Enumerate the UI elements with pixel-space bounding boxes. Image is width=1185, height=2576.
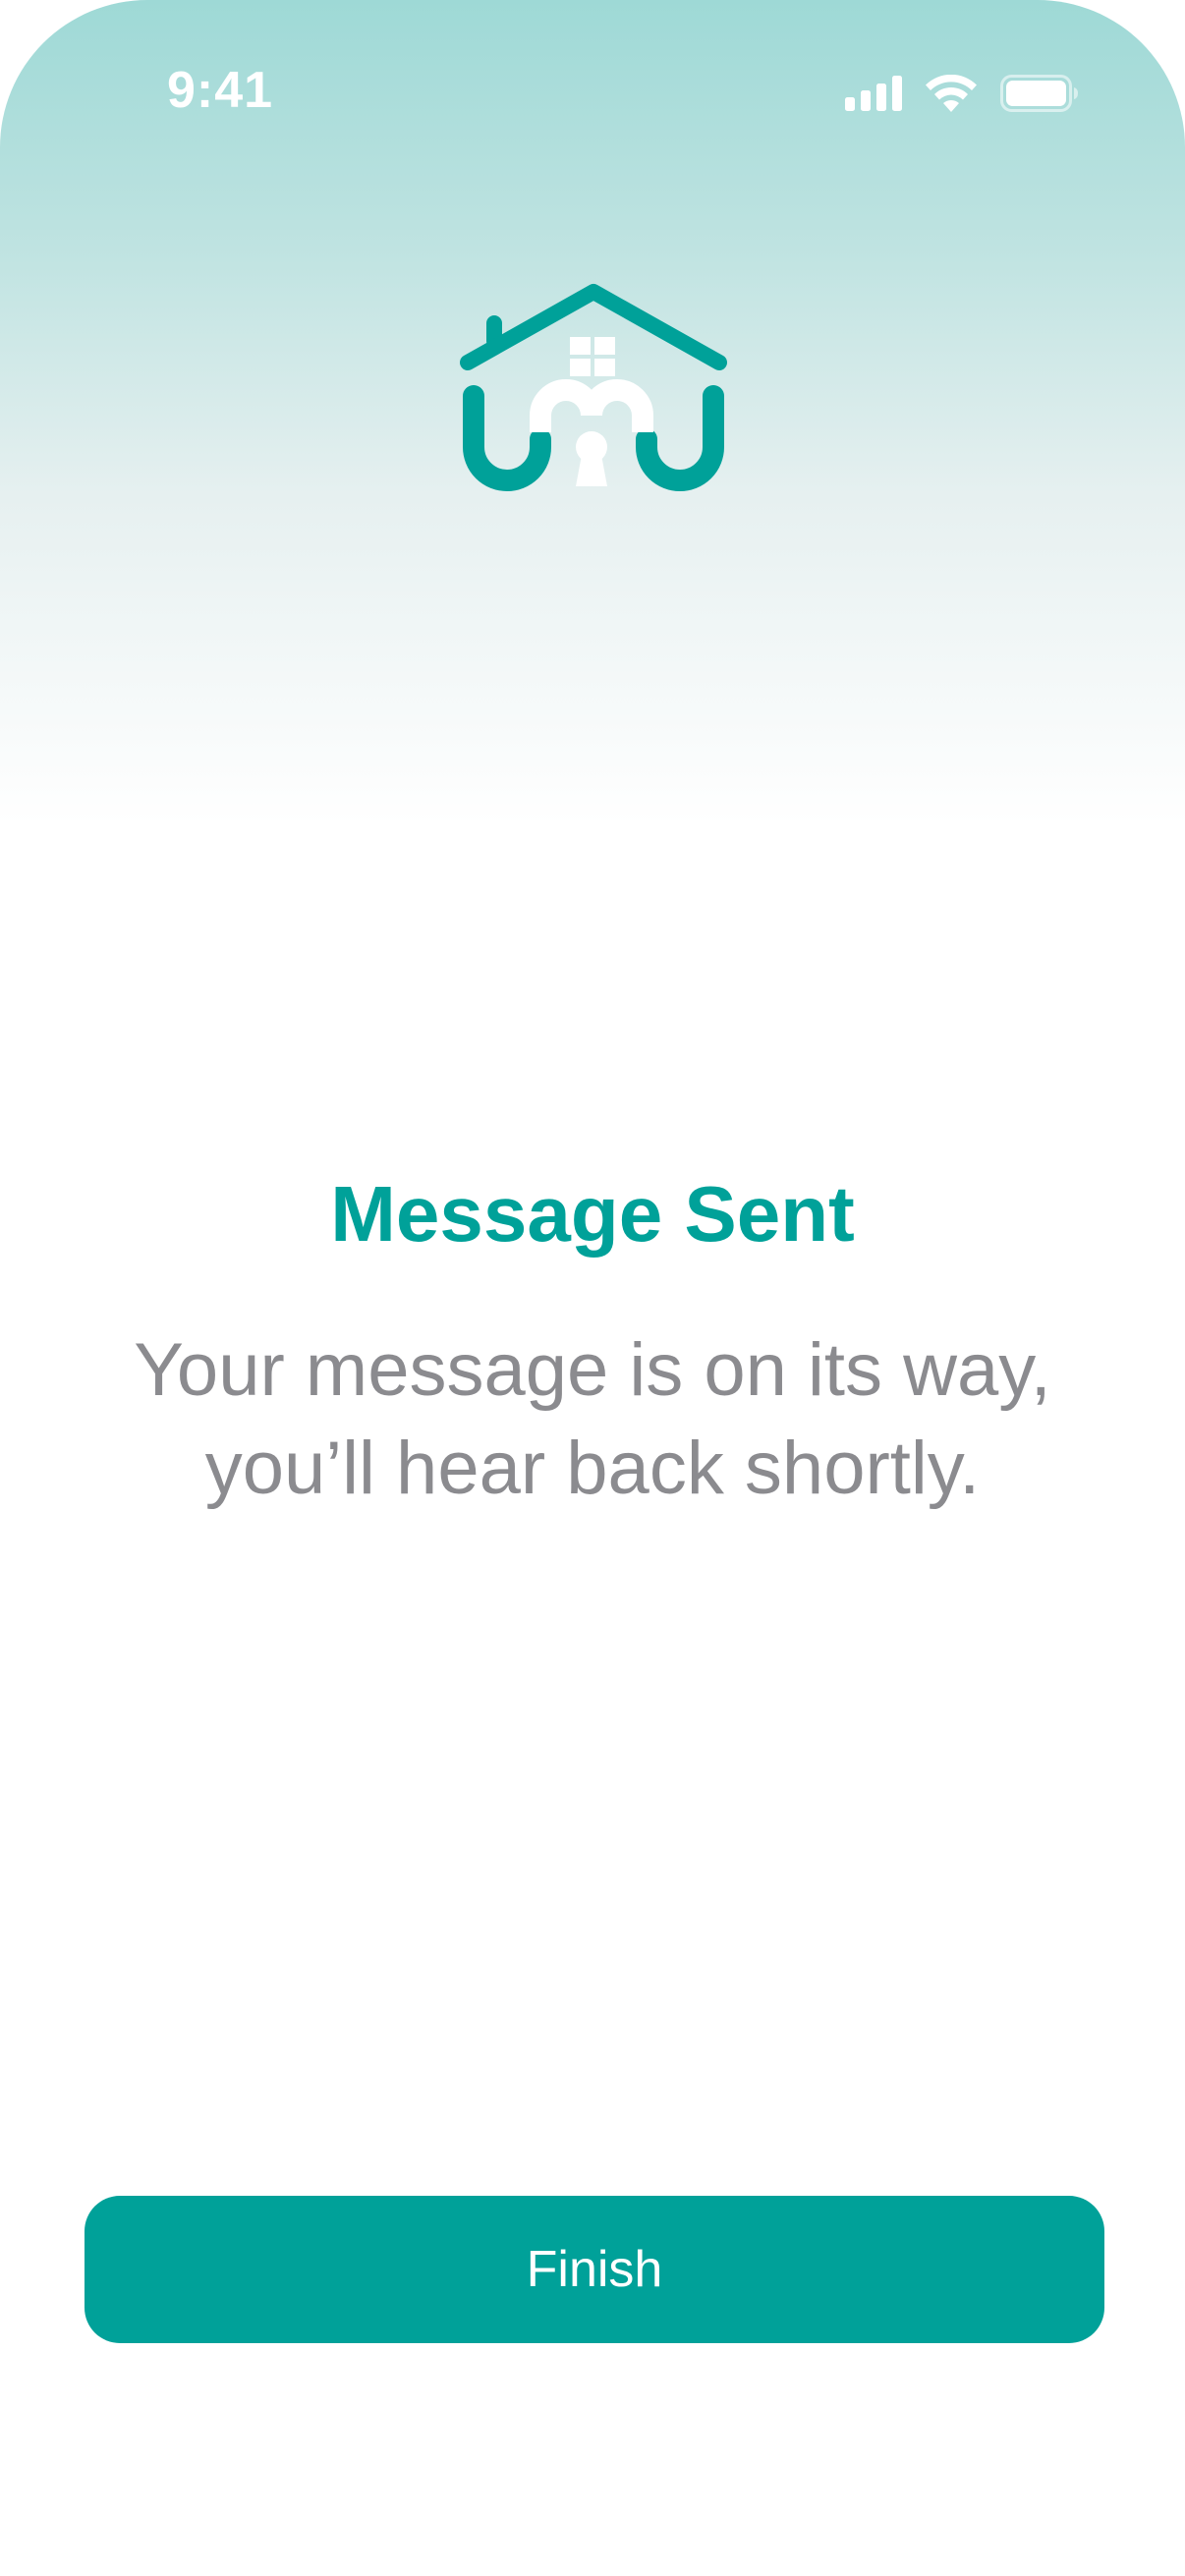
finish-button[interactable]: Finish [85, 2196, 1104, 2343]
confirmation-message-line-1: Your message is on its way, [134, 1328, 1051, 1412]
status-icons [845, 75, 1079, 112]
page-title: Message Sent [330, 1170, 855, 1258]
wifi-icon [926, 75, 977, 112]
confirmation-message: Your message is on its way, you’ll hear … [98, 1321, 1087, 1518]
screen: 9:41 Message Sent Your message is on its… [0, 0, 1185, 2576]
house-logo-icon [460, 284, 727, 491]
status-time: 9:41 [167, 62, 274, 119]
status-bar: 9:41 [0, 0, 1185, 187]
battery-icon [1000, 75, 1078, 112]
cellular-signal-icon [845, 76, 902, 111]
confirmation-message-line-2: you’ll hear back shortly. [204, 1427, 981, 1510]
